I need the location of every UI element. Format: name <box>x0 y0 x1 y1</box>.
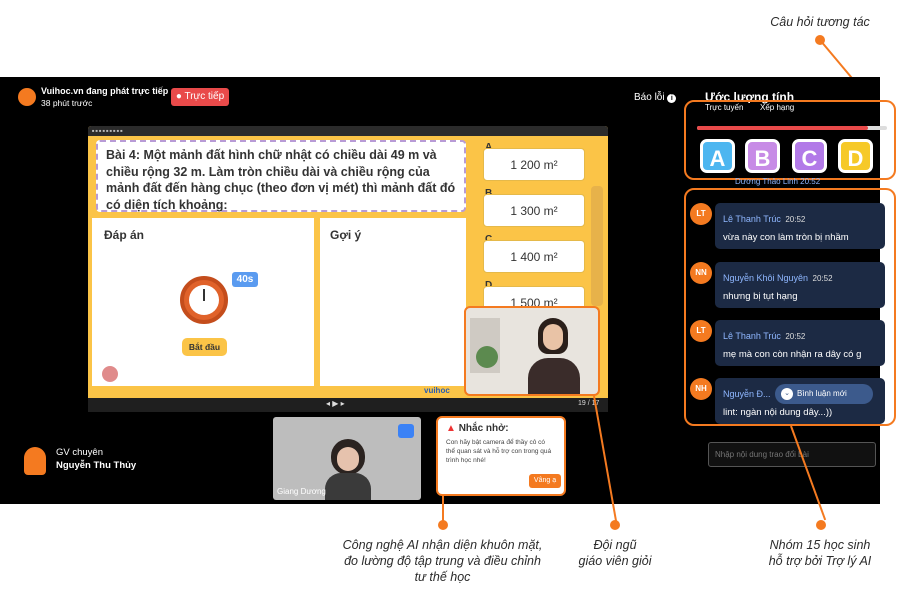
partial-message: Dương Thảo Linh 20:52 <box>735 177 821 186</box>
plant <box>476 346 498 368</box>
message-text: lint: ngàn nội dung dây...)) <box>723 407 833 418</box>
reminder-body: Con hãy bật camera để thầy cô có thể qua… <box>446 439 552 464</box>
callout-dot <box>438 520 448 530</box>
reminder-popup: ▲ Nhắc nhở: Con hãy bật camera để thầy c… <box>436 416 566 496</box>
teacher-name: Nguyễn Thu Thủy <box>56 460 137 471</box>
teacher-avatar <box>24 447 46 475</box>
answer-option-b[interactable]: 1 300 m² <box>483 194 585 227</box>
choice-b-button[interactable]: B <box>745 139 780 173</box>
chat-message: Lê Thanh Trúc 20:52 vừa này con làm tròn… <box>715 203 885 249</box>
reminder-title: Nhắc nhở: <box>458 423 509 434</box>
caption-line: đo lường độ tập trung và điều chỉnh <box>344 554 541 568</box>
record-icon[interactable] <box>102 366 118 382</box>
report-label: Báo lỗi <box>634 92 665 103</box>
callout-interactive-questions: Câu hỏi tương tác <box>770 15 870 29</box>
avatar: LT <box>690 203 712 225</box>
caption-line: Công nghệ AI nhận diện khuôn mặt, <box>342 538 543 552</box>
answer-panel: Đáp án 40s Bắt đầu <box>92 218 314 386</box>
chat-message: Lê Thanh Trúc 20:52 mẹ mà con còn nhận r… <box>715 320 885 366</box>
student-name: Giang Dương <box>277 487 326 496</box>
teacher-body <box>528 358 580 394</box>
new-comment-label: Bình luận mới <box>797 389 847 398</box>
alarm-clock-icon <box>180 276 228 324</box>
live-button[interactable]: ● Trực tiếp <box>171 88 229 106</box>
answer-option-a[interactable]: 1 200 m² <box>483 148 585 181</box>
message-time: 20:52 <box>812 274 833 283</box>
question-box: Bài 4: Một mảnh đất hình chữ nhật có chi… <box>96 140 466 212</box>
time-ago: 38 phút trước <box>41 98 93 108</box>
callout-dot <box>610 520 620 530</box>
report-button[interactable]: Báo lỗi i <box>634 92 677 103</box>
chat-input[interactable] <box>708 442 876 467</box>
choice-d-button[interactable]: D <box>838 139 873 173</box>
vote-progress-track <box>697 126 887 130</box>
avatar: NH <box>690 378 712 400</box>
warning-icon: ▲ <box>446 423 456 434</box>
timer-badge: 40s <box>232 272 258 287</box>
student-body <box>325 473 371 500</box>
arrow-down-icon: ⌄ <box>781 388 793 400</box>
message-author: Lê Thanh Trúc <box>723 331 781 341</box>
message-time: 20:52 <box>785 215 806 224</box>
message-text: vừa này con làm tròn bị nhầm <box>723 232 849 243</box>
avatar: NN <box>690 262 712 284</box>
message-author: Lê Thanh Trúc <box>723 214 781 224</box>
caption-line: Đội ngũ <box>593 538 637 552</box>
teacher-role: GV chuyên <box>56 447 103 458</box>
reminder-ok-button[interactable]: Vâng ạ <box>529 474 561 488</box>
channel-avatar <box>18 88 36 106</box>
chat-message: Nguyễn Khôi Nguyên 20:52 nhưng bị tụt hạ… <box>715 262 885 308</box>
vuihoc-logo: vuihoc <box>424 386 450 395</box>
message-author: Nguyễn Khôi Nguyên <box>723 273 809 283</box>
vote-progress-fill <box>697 126 868 130</box>
caption-line: Nhóm 15 học sinh <box>769 538 871 552</box>
callout-dot <box>816 520 826 530</box>
hint-panel-title: Gợi ý <box>330 228 362 242</box>
slide-window-bar: ■ ■ ■ ■ ■ ■ ■ ■ ■ <box>88 126 608 136</box>
answer-option-c[interactable]: 1 400 m² <box>483 240 585 273</box>
choice-a-button[interactable]: A <box>700 139 735 173</box>
teacher-face <box>543 324 563 350</box>
callout-ai-face: Công nghệ AI nhận diện khuôn mặt, đo lườ… <box>320 537 565 585</box>
student-face <box>337 447 359 471</box>
answer-panel-title: Đáp án <box>104 228 145 242</box>
live-label: Trực tiếp <box>184 91 225 102</box>
teacher-video <box>464 306 600 396</box>
slide-toolbar[interactable] <box>591 186 603 306</box>
message-author: Nguyễn Đ... <box>723 389 771 399</box>
caption-line: hỗ trợ bởi Trợ lý AI <box>768 554 872 568</box>
camera-icon[interactable] <box>398 424 414 438</box>
message-time: 20:52 <box>785 332 806 341</box>
start-button[interactable]: Bắt đầu <box>182 338 227 356</box>
avatar: LT <box>690 320 712 342</box>
caption-line: giáo viên giỏi <box>578 554 652 568</box>
question-text: Bài 4: Một mảnh đất hình chữ nhật có chi… <box>106 148 456 212</box>
reminder-title-row: ▲ Nhắc nhở: <box>446 423 556 434</box>
callout-students: Nhóm 15 học sinh hỗ trợ bởi Trợ lý AI <box>745 537 895 569</box>
info-icon: i <box>667 94 677 103</box>
callout-line <box>442 496 444 522</box>
new-comment-button[interactable]: ⌄ Bình luận mới <box>775 384 873 404</box>
message-text: mẹ mà con còn nhận ra dây có g <box>723 349 862 360</box>
caption-line: tư thế học <box>414 570 471 584</box>
choice-c-button[interactable]: C <box>792 139 827 173</box>
callout-teachers: Đội ngũ giáo viên giỏi <box>555 537 675 569</box>
slide-controls: ◂ ▶ ▸ 19 / 17 <box>88 398 608 412</box>
message-text: nhưng bị tụt hạng <box>723 291 798 302</box>
channel-name: Vuihoc.vn đang phát trực tiếp <box>41 86 169 96</box>
prev-next-controls[interactable]: ◂ ▶ ▸ <box>326 399 345 408</box>
hint-panel: Gợi ý <box>320 218 466 386</box>
